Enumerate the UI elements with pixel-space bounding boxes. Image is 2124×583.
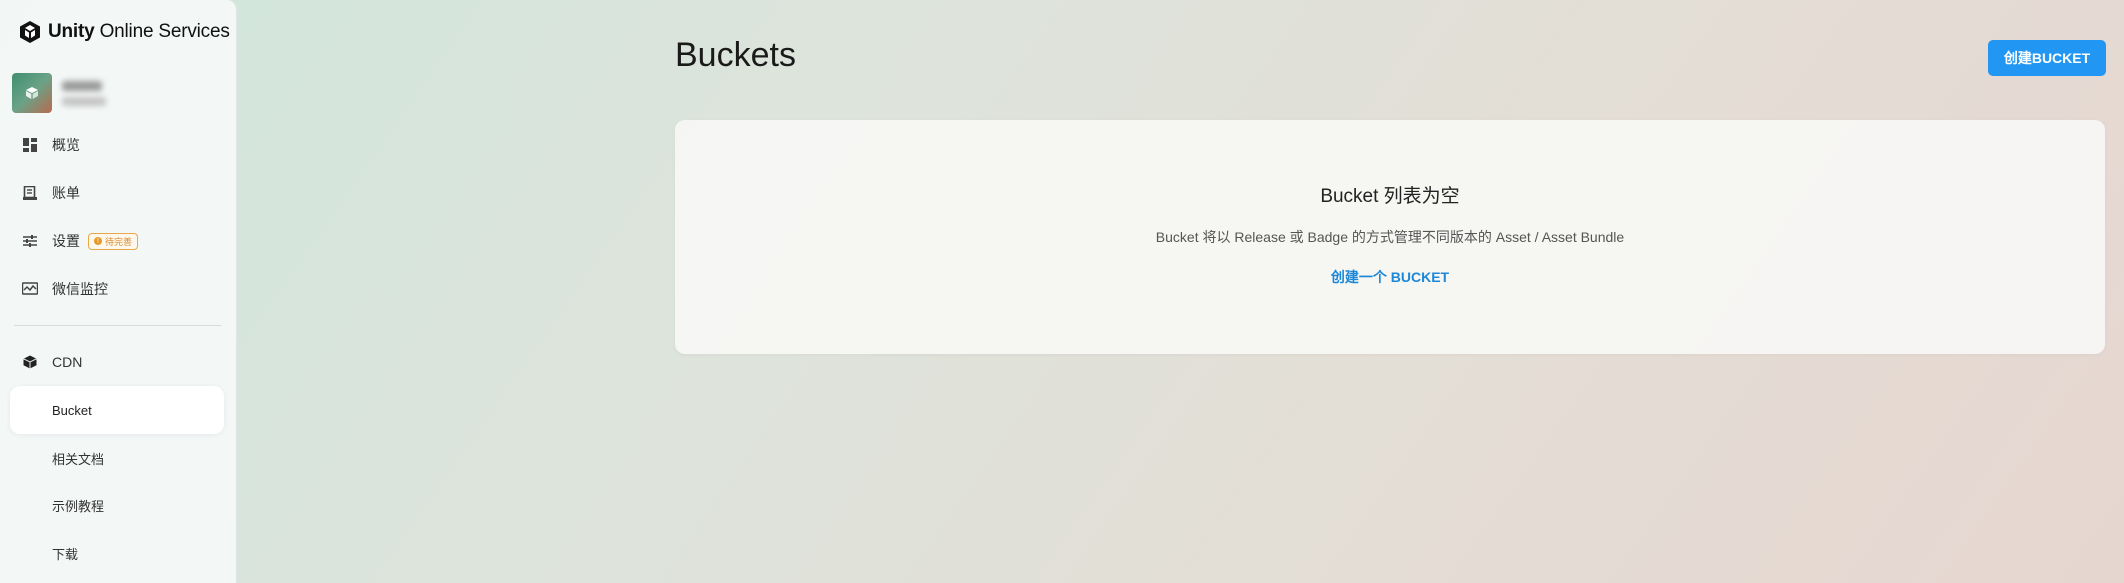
- sidebar-item-overview[interactable]: 概览: [10, 125, 224, 165]
- info-icon: !: [94, 237, 102, 245]
- sidebar-section-cdn[interactable]: CDN: [10, 342, 224, 382]
- sidebar: Unity Online Services 概览 账单 设置 ! 待完善 微信监…: [0, 0, 237, 583]
- page-title: Buckets: [675, 36, 796, 74]
- sidebar-item-wechat-monitor[interactable]: 微信监控: [10, 269, 224, 309]
- sidebar-item-label: 微信监控: [52, 281, 108, 297]
- sidebar-item-label: 设置: [52, 233, 80, 249]
- sidebar-item-settings[interactable]: 设置 ! 待完善: [10, 221, 224, 261]
- empty-state-title: Bucket 列表为空: [1320, 186, 1460, 207]
- sidebar-item-billing[interactable]: 账单: [10, 173, 224, 213]
- sidebar-item-label: CDN: [52, 354, 83, 370]
- settings-sliders-icon: [22, 233, 38, 249]
- empty-state-card: Bucket 列表为空 Bucket 将以 Release 或 Badge 的方…: [675, 120, 2105, 354]
- project-avatar: [12, 73, 52, 113]
- monitor-icon: [22, 281, 38, 297]
- cube-icon: [22, 354, 38, 370]
- create-bucket-link[interactable]: 创建一个 BUCKET: [675, 267, 2105, 287]
- sidebar-subitem-label: 下载: [52, 546, 79, 562]
- unity-logo-icon: [20, 21, 40, 43]
- dashboard-icon: [22, 137, 38, 153]
- brand-name: Unity Online Services: [48, 21, 230, 42]
- sidebar-item-label: 概览: [52, 137, 80, 153]
- project-name-redacted: [62, 80, 106, 106]
- sidebar-subitem-tutorials[interactable]: 示例教程: [10, 481, 224, 529]
- sidebar-item-label: 账单: [52, 185, 80, 201]
- project-switcher[interactable]: [12, 73, 106, 113]
- empty-state-description: Bucket 将以 Release 或 Badge 的方式管理不同版本的 Ass…: [1155, 229, 1625, 245]
- bill-icon: [22, 185, 38, 201]
- pending-badge: ! 待完善: [88, 232, 139, 250]
- sidebar-subitem-label: 示例教程: [52, 498, 105, 514]
- sidebar-subitem-download[interactable]: 下载: [10, 529, 224, 577]
- sidebar-subitem-docs[interactable]: 相关文档: [10, 434, 224, 482]
- sidebar-subitem-bucket[interactable]: Bucket: [10, 386, 224, 434]
- create-bucket-button[interactable]: 创建BUCKET: [1988, 40, 2106, 76]
- sidebar-subitem-label: 相关文档: [52, 451, 105, 467]
- sidebar-subitem-label: Bucket: [52, 402, 92, 418]
- sidebar-divider: [14, 325, 221, 326]
- cube-icon: [26, 87, 38, 99]
- brand[interactable]: Unity Online Services: [18, 20, 230, 44]
